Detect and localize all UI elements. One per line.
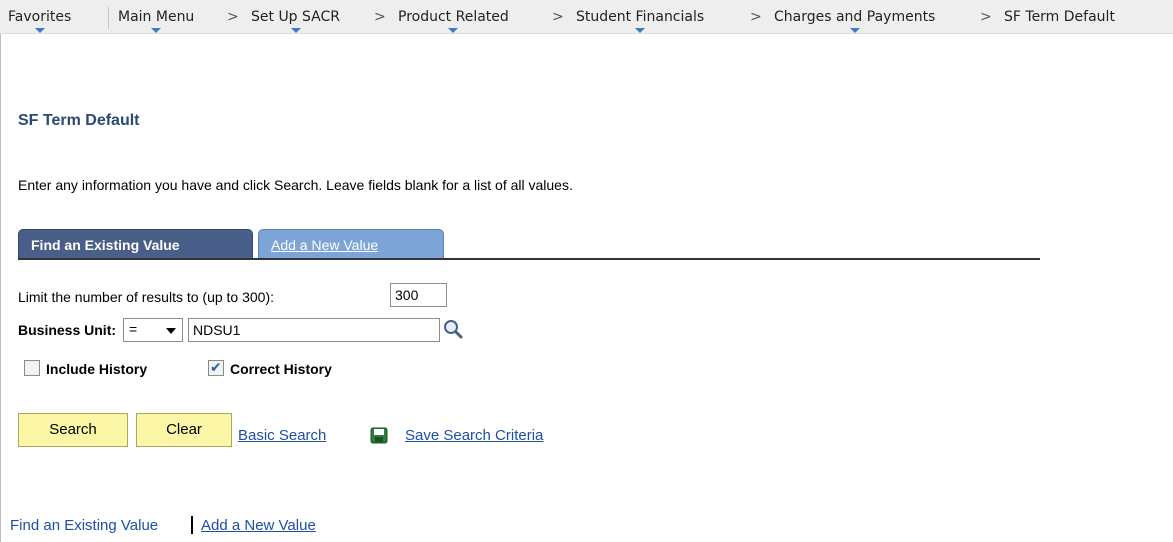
checkmark-icon: ✔	[210, 359, 222, 375]
chevron-down-icon	[635, 28, 646, 33]
business-unit-label: Business Unit:	[18, 322, 117, 338]
correct-history-checkbox[interactable]: ✔	[208, 359, 224, 376]
footer-divider	[191, 516, 193, 534]
limit-results-input[interactable]	[390, 283, 447, 307]
page-title: SF Term Default	[18, 112, 140, 129]
basic-search-link[interactable]: Basic Search	[238, 427, 326, 444]
breadcrumb-separator: >	[552, 9, 564, 25]
footer-find-existing-value: Find an Existing Value	[10, 517, 159, 534]
limit-results-label: Limit the number of results to (up to 30…	[18, 289, 275, 305]
chevron-down-icon	[290, 28, 301, 33]
chevron-down-icon	[448, 28, 459, 33]
breadcrumb-bar: Favorites Main Menu > Set Up SACR > Prod…	[0, 0, 1173, 34]
chevron-down-icon	[34, 28, 45, 33]
breadcrumb-set-up-sacr[interactable]: Set Up SACR	[251, 9, 341, 33]
tab-underline	[18, 258, 1040, 260]
tab-find-existing-value[interactable]: Find an Existing Value	[18, 229, 253, 259]
save-search-criteria-link[interactable]: Save Search Criteria	[405, 427, 543, 444]
breadcrumb-separator: >	[750, 9, 762, 25]
save-icon[interactable]	[370, 427, 388, 444]
search-button[interactable]: Search	[18, 413, 128, 447]
operator-value: =	[129, 321, 138, 337]
instructions-text: Enter any information you have and click…	[18, 177, 573, 193]
breadcrumb-charges-and-payments-label: Charges and Payments	[774, 9, 936, 25]
breadcrumb-main-menu-label: Main Menu	[118, 9, 195, 25]
breadcrumb-separator: >	[980, 9, 992, 25]
footer-add-new-value-link[interactable]: Add a New Value	[201, 517, 316, 534]
correct-history-label: Correct History	[230, 361, 332, 377]
search-icon[interactable]	[442, 318, 464, 340]
business-unit-operator-select[interactable]: =	[123, 318, 183, 342]
include-history-checkbox[interactable]	[24, 360, 40, 376]
breadcrumb-set-up-sacr-label: Set Up SACR	[251, 9, 341, 25]
include-history-label: Include History	[46, 361, 148, 377]
breadcrumb-product-related-label: Product Related	[398, 9, 509, 25]
divider	[108, 7, 109, 29]
breadcrumb-main-menu[interactable]: Main Menu	[118, 9, 195, 33]
business-unit-input[interactable]	[188, 318, 440, 342]
breadcrumb-current: SF Term Default	[1004, 9, 1115, 25]
breadcrumb-separator: >	[374, 9, 386, 25]
breadcrumb-favorites-label: Favorites	[8, 9, 72, 25]
breadcrumb-student-financials[interactable]: Student Financials	[576, 9, 705, 33]
chevron-down-icon	[166, 328, 176, 334]
tab-add-new-value[interactable]: Add a New Value	[258, 229, 444, 259]
breadcrumb-product-related[interactable]: Product Related	[398, 9, 509, 33]
breadcrumb-student-financials-label: Student Financials	[576, 9, 705, 25]
clear-button[interactable]: Clear	[136, 413, 232, 447]
left-border	[0, 34, 1, 542]
breadcrumb-favorites[interactable]: Favorites	[8, 9, 72, 33]
chevron-down-icon	[151, 28, 162, 33]
breadcrumb-charges-and-payments[interactable]: Charges and Payments	[774, 9, 936, 33]
breadcrumb-separator: >	[227, 9, 239, 25]
chevron-down-icon	[849, 28, 860, 33]
